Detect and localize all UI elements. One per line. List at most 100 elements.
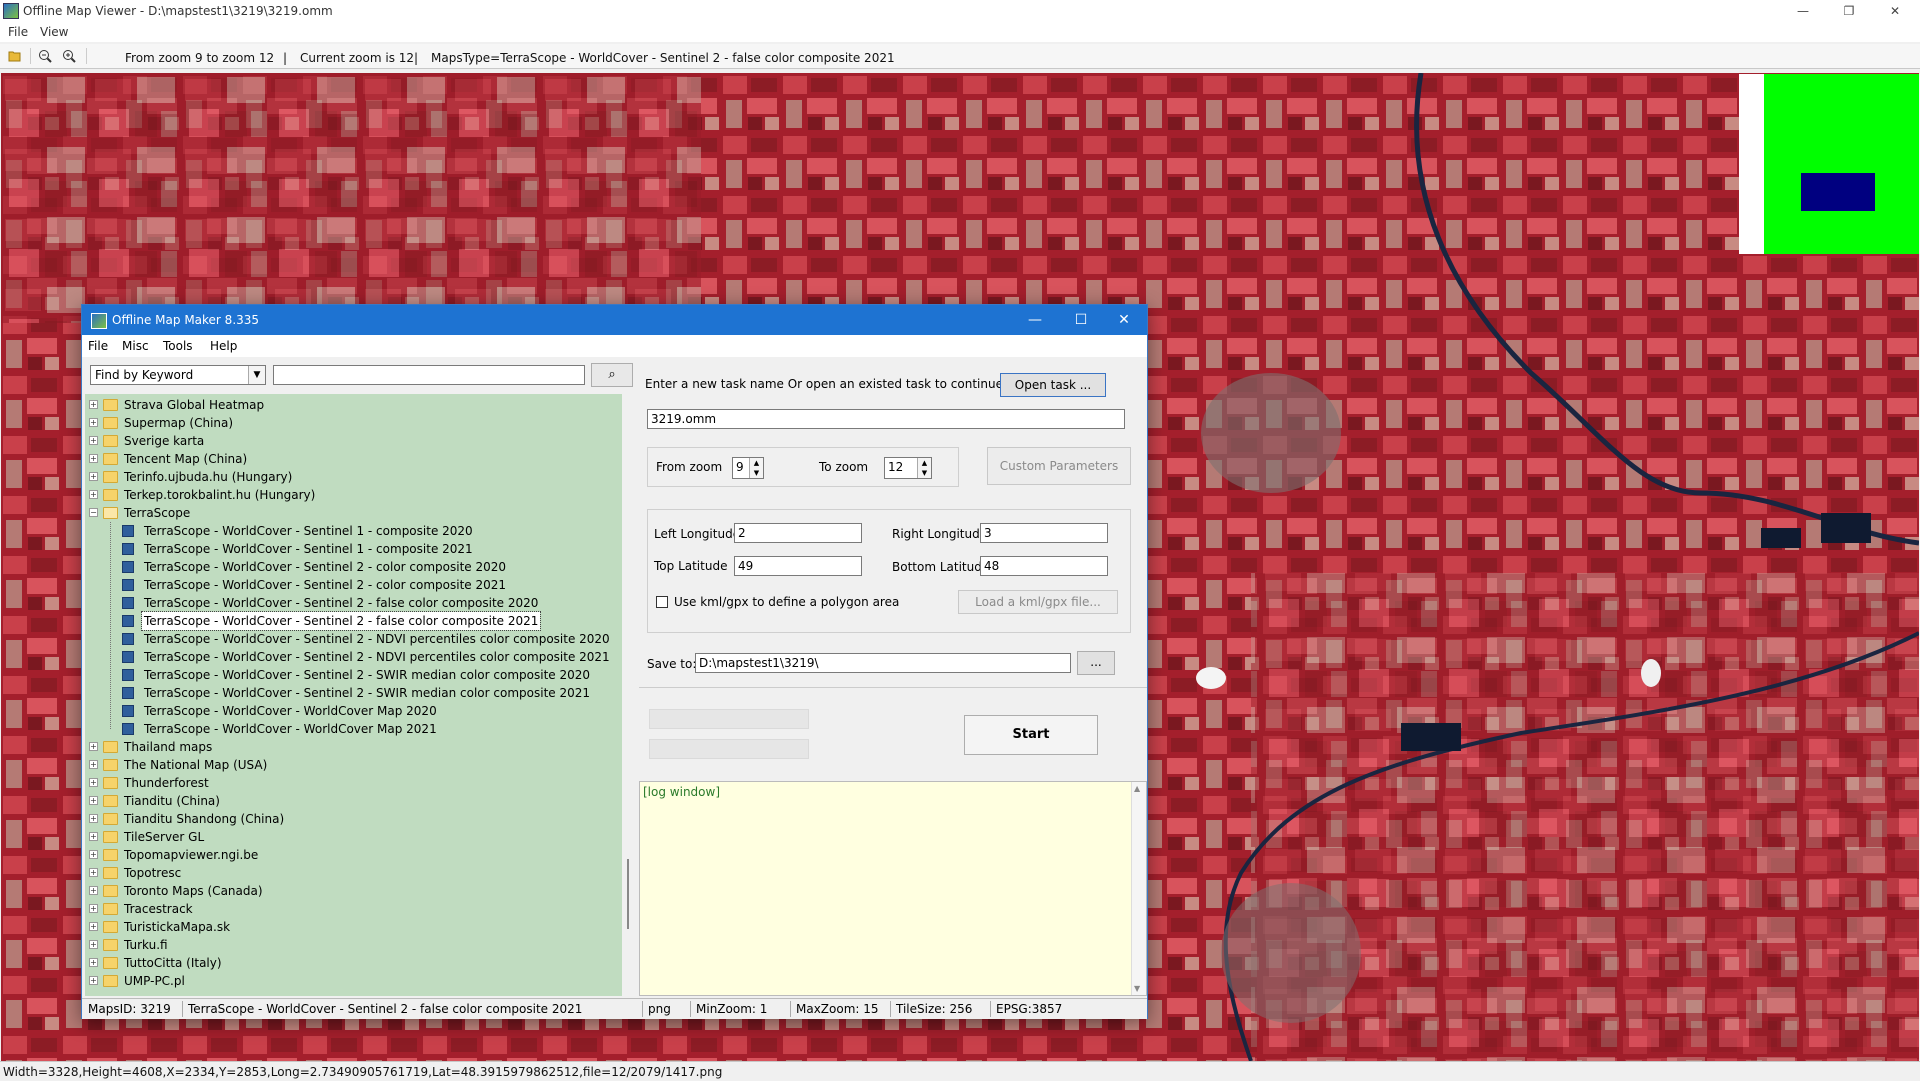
load-kml-button[interactable]: Load a kml/gpx file... [958, 590, 1118, 614]
zoom-in-icon[interactable] [62, 49, 76, 63]
tree-folder-item[interactable]: + Tianditu (China) [85, 792, 620, 810]
collapse-icon[interactable]: − [89, 508, 98, 517]
tree-folder-item[interactable]: + TileServer GL [85, 828, 620, 846]
tree-item-label: TerraScope - WorldCover - Sentinel 2 - S… [144, 668, 591, 682]
tree-scrollbar[interactable] [622, 394, 636, 996]
tree-map-item[interactable]: TerraScope - WorldCover - WorldCover Map… [85, 720, 620, 738]
to-zoom-stepper[interactable]: 12 ▲ ▼ [884, 457, 932, 479]
task-name-input[interactable]: 3219.omm [647, 409, 1125, 429]
tree-folder-item[interactable]: + Terkep.torokbalint.hu (Hungary) [85, 486, 620, 504]
minimap-viewport[interactable] [1801, 173, 1875, 211]
map-source-tree[interactable]: + Strava Global Heatmap + Supermap (China) +… [85, 394, 622, 996]
tree-folder-item[interactable]: + UMP-PC.pl [85, 972, 620, 990]
tree-folder-item[interactable]: + Terinfo.ujbuda.hu (Hungary) [85, 468, 620, 486]
tree-folder-item[interactable]: − TerraScope [85, 504, 620, 522]
dialog-maximize-button[interactable]: ☐ [1058, 305, 1104, 335]
scroll-up-icon[interactable]: ▲ [1134, 784, 1140, 793]
scrollbar-thumb[interactable] [627, 859, 629, 929]
zoom-out-icon[interactable] [38, 49, 52, 63]
tree-map-item[interactable]: TerraScope - WorldCover - Sentinel 2 - f… [85, 611, 620, 631]
open-task-button[interactable]: Open task ... [1000, 373, 1106, 397]
find-by-select[interactable]: Find by Keyword ▼ [90, 365, 266, 385]
tree-folder-item[interactable]: + Thailand maps [85, 738, 620, 756]
expand-icon[interactable]: + [89, 922, 98, 931]
expand-icon[interactable]: + [89, 778, 98, 787]
minimize-button[interactable]: — [1780, 0, 1826, 22]
tree-map-item[interactable]: TerraScope - WorldCover - Sentinel 2 - S… [85, 684, 620, 702]
expand-icon[interactable]: + [89, 400, 98, 409]
expand-icon[interactable]: + [89, 418, 98, 427]
tree-folder-item[interactable]: + Topomapviewer.ngi.be [85, 846, 620, 864]
tree-folder-item[interactable]: + The National Map (USA) [85, 756, 620, 774]
dialog-close-button[interactable]: ✕ [1101, 305, 1147, 335]
log-window[interactable]: [log window] ▲ ▼ [639, 781, 1147, 996]
dialog-menu-tools[interactable]: Tools [163, 339, 193, 353]
tree-map-item[interactable]: TerraScope - WorldCover - Sentinel 1 - c… [85, 540, 620, 558]
chevron-down-icon[interactable]: ▼ [248, 366, 265, 384]
tree-map-item[interactable]: TerraScope - WorldCover - Sentinel 2 - c… [85, 558, 620, 576]
expand-icon[interactable]: + [89, 436, 98, 445]
close-button[interactable]: ✕ [1872, 0, 1918, 22]
tree-folder-item[interactable]: + Topotresc [85, 864, 620, 882]
expand-icon[interactable]: + [89, 832, 98, 841]
tree-map-item[interactable]: TerraScope - WorldCover - Sentinel 2 - c… [85, 576, 620, 594]
menu-file[interactable]: File [8, 25, 28, 39]
start-button[interactable]: Start [964, 715, 1098, 755]
search-input[interactable] [273, 365, 585, 385]
tree-map-item[interactable]: TerraScope - WorldCover - Sentinel 2 - N… [85, 630, 620, 648]
expand-icon[interactable]: + [89, 940, 98, 949]
tree-folder-item[interactable]: + Supermap (China) [85, 414, 620, 432]
kml-checkbox[interactable] [656, 596, 668, 608]
expand-icon[interactable]: + [89, 868, 98, 877]
tree-folder-item[interactable]: + Strava Global Heatmap [85, 396, 620, 414]
tree-folder-item[interactable]: + Toronto Maps (Canada) [85, 882, 620, 900]
expand-icon[interactable]: + [89, 472, 98, 481]
expand-icon[interactable]: + [89, 976, 98, 985]
scroll-down-icon[interactable]: ▼ [1134, 984, 1140, 993]
expand-icon[interactable]: + [89, 886, 98, 895]
spinner-arrows-icon[interactable]: ▲ ▼ [917, 458, 931, 478]
maximize-button[interactable]: ❐ [1826, 0, 1872, 22]
bottom-latitude-input[interactable]: 48 [980, 556, 1108, 576]
save-path-input[interactable]: D:\mapstest1\3219\ [695, 653, 1071, 673]
expand-icon[interactable]: + [89, 490, 98, 499]
search-button[interactable]: ⌕ [591, 363, 633, 387]
dialog-menu-file[interactable]: File [88, 339, 108, 353]
top-latitude-input[interactable]: 49 [734, 556, 862, 576]
tree-folder-item[interactable]: + Thunderforest [85, 774, 620, 792]
tree-folder-item[interactable]: + Turku.fi [85, 936, 620, 954]
from-zoom-stepper[interactable]: 9 ▲ ▼ [732, 457, 764, 479]
right-longitude-input[interactable]: 3 [980, 523, 1108, 543]
expand-icon[interactable]: + [89, 850, 98, 859]
spinner-arrows-icon[interactable]: ▲ ▼ [749, 458, 763, 478]
expand-icon[interactable]: + [89, 958, 98, 967]
open-folder-icon[interactable] [8, 49, 22, 63]
expand-icon[interactable]: + [89, 796, 98, 805]
log-scrollbar[interactable]: ▲ ▼ [1131, 782, 1146, 995]
tree-map-item[interactable]: TerraScope - WorldCover - Sentinel 2 - N… [85, 648, 620, 666]
expand-icon[interactable]: + [89, 760, 98, 769]
dialog-menu-misc[interactable]: Misc [122, 339, 149, 353]
tree-folder-item[interactable]: + TuristickaMapa.sk [85, 918, 620, 936]
left-longitude-input[interactable]: 2 [734, 523, 862, 543]
expand-icon[interactable]: + [89, 814, 98, 823]
menu-view[interactable]: View [40, 25, 68, 39]
tree-map-item[interactable]: TerraScope - WorldCover - WorldCover Map… [85, 702, 620, 720]
tree-map-item[interactable]: TerraScope - WorldCover - Sentinel 1 - c… [85, 522, 620, 540]
expand-icon[interactable]: + [89, 904, 98, 913]
tree-item-label: TileServer GL [124, 830, 205, 844]
tree-folder-item[interactable]: + Tianditu Shandong (China) [85, 810, 620, 828]
expand-icon[interactable]: + [89, 454, 98, 463]
dialog-minimize-button[interactable]: — [1012, 305, 1058, 335]
tree-map-item[interactable]: TerraScope - WorldCover - Sentinel 2 - f… [85, 594, 620, 612]
tree-folder-item[interactable]: + Tracestrack [85, 900, 620, 918]
tree-map-item[interactable]: TerraScope - WorldCover - Sentinel 2 - S… [85, 666, 620, 684]
tree-folder-item[interactable]: + TuttoCitta (Italy) [85, 954, 620, 972]
tile-progress-bar [649, 739, 809, 759]
tree-folder-item[interactable]: + Tencent Map (China) [85, 450, 620, 468]
custom-parameters-button[interactable]: Custom Parameters [987, 447, 1131, 485]
dialog-menu-help[interactable]: Help [210, 339, 237, 353]
tree-folder-item[interactable]: + Sverige karta [85, 432, 620, 450]
expand-icon[interactable]: + [89, 742, 98, 751]
browse-button[interactable]: ... [1077, 651, 1115, 675]
